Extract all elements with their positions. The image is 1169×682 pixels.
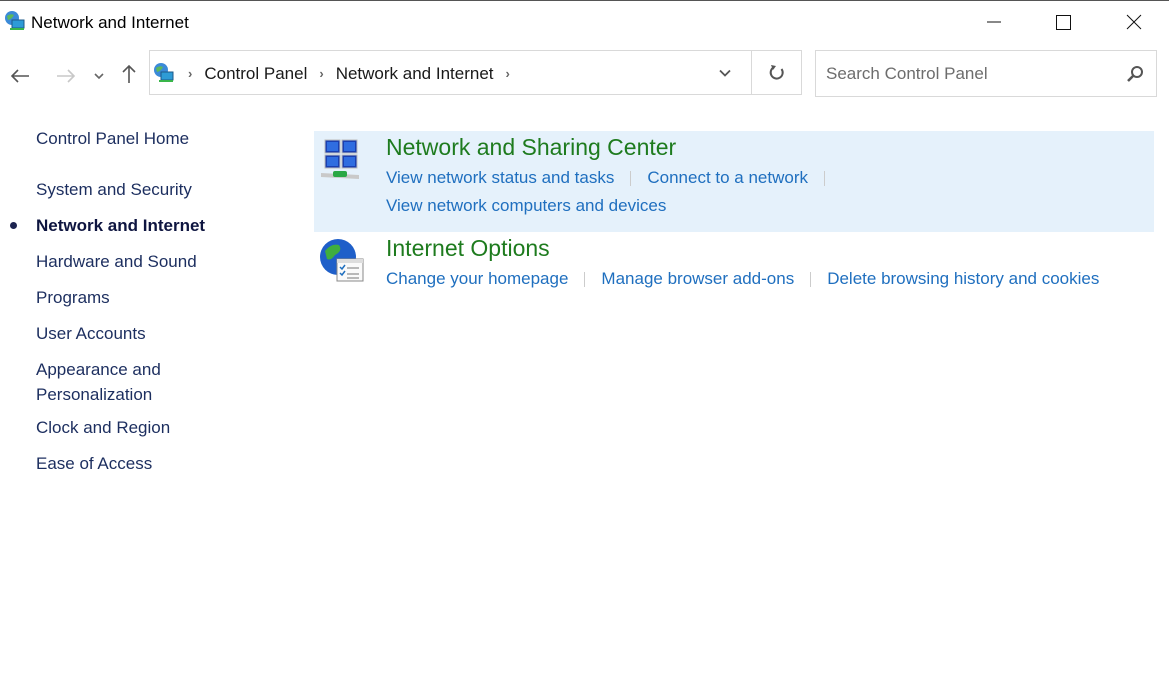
address-history-dropdown[interactable] <box>715 63 735 83</box>
internet-options-links: Change your homepage Manage browser add-… <box>386 269 1099 289</box>
minimize-button[interactable] <box>971 1 1017 43</box>
network-sharing-center-title[interactable]: Network and Sharing Center <box>386 134 676 161</box>
network-sharing-icon <box>321 139 359 179</box>
forward-button[interactable] <box>54 62 78 90</box>
arrow-left-icon <box>10 69 29 83</box>
chevron-down-icon <box>94 73 104 80</box>
close-icon <box>1126 14 1142 30</box>
link-view-network-status[interactable]: View network status and tasks <box>386 168 614 188</box>
search-icon[interactable] <box>1126 65 1144 83</box>
sidebar-item-appearance-personalization[interactable]: Appearance and Personalization <box>36 357 186 407</box>
sidebar-item-hardware-sound[interactable]: Hardware and Sound <box>36 249 197 274</box>
address-bar[interactable]: › Control Panel › Network and Internet › <box>149 50 752 95</box>
link-manage-add-ons[interactable]: Manage browser add-ons <box>601 269 794 289</box>
refresh-button[interactable] <box>752 50 802 95</box>
search-box[interactable] <box>815 50 1157 97</box>
category-internet-options: Internet Options Change your homepage Ma… <box>314 232 1154 302</box>
link-separator <box>824 170 826 186</box>
sidebar-item-programs[interactable]: Programs <box>36 285 110 310</box>
link-delete-browsing-history[interactable]: Delete browsing history and cookies <box>827 269 1099 289</box>
breadcrumb-chevron-icon[interactable]: › <box>188 66 192 81</box>
link-change-homepage[interactable]: Change your homepage <box>386 269 568 289</box>
internet-options-globe-icon <box>320 239 364 282</box>
link-separator <box>810 271 812 287</box>
active-bullet-icon <box>10 222 17 229</box>
search-input[interactable] <box>826 51 1116 96</box>
breadcrumb-chevron-icon[interactable]: › <box>319 66 323 81</box>
network-sharing-links-row2: View network computers and devices <box>386 196 666 216</box>
sidebar-item-system-security[interactable]: System and Security <box>36 177 192 202</box>
breadcrumb-control-panel[interactable]: Control Panel <box>204 64 307 84</box>
breadcrumb-network-internet[interactable]: Network and Internet <box>336 64 494 84</box>
window-title: Network and Internet <box>31 13 189 32</box>
network-sharing-links: View network status and tasks Connect to… <box>386 168 841 188</box>
minimize-icon <box>987 21 1001 23</box>
close-button[interactable] <box>1111 1 1157 43</box>
category-network-sharing-center: Network and Sharing Center View network … <box>314 131 1154 232</box>
link-separator <box>584 271 586 287</box>
network-internet-icon <box>154 63 174 82</box>
network-internet-icon <box>5 11 25 30</box>
sidebar-control-panel-home[interactable]: Control Panel Home <box>36 126 189 151</box>
maximize-icon <box>1056 15 1071 30</box>
arrow-right-icon <box>57 69 76 83</box>
arrow-up-icon <box>122 64 136 83</box>
sidebar-item-ease-of-access[interactable]: Ease of Access <box>36 451 152 476</box>
breadcrumb: › Control Panel › Network and Internet › <box>180 51 522 96</box>
internet-options-title[interactable]: Internet Options <box>386 235 550 262</box>
breadcrumb-chevron-icon[interactable]: › <box>506 66 510 81</box>
link-separator <box>630 170 632 186</box>
sidebar-item-network-internet[interactable]: Network and Internet <box>36 213 205 238</box>
up-button[interactable] <box>118 60 140 88</box>
back-button[interactable] <box>8 62 32 90</box>
sidebar-item-clock-region[interactable]: Clock and Region <box>36 415 170 440</box>
maximize-button[interactable] <box>1040 1 1086 43</box>
recent-locations-button[interactable] <box>90 62 108 90</box>
link-view-network-computers[interactable]: View network computers and devices <box>386 196 666 216</box>
sidebar-item-user-accounts[interactable]: User Accounts <box>36 321 146 346</box>
refresh-icon <box>769 64 784 80</box>
link-connect-to-network[interactable]: Connect to a network <box>647 168 808 188</box>
chevron-down-icon <box>719 69 731 77</box>
